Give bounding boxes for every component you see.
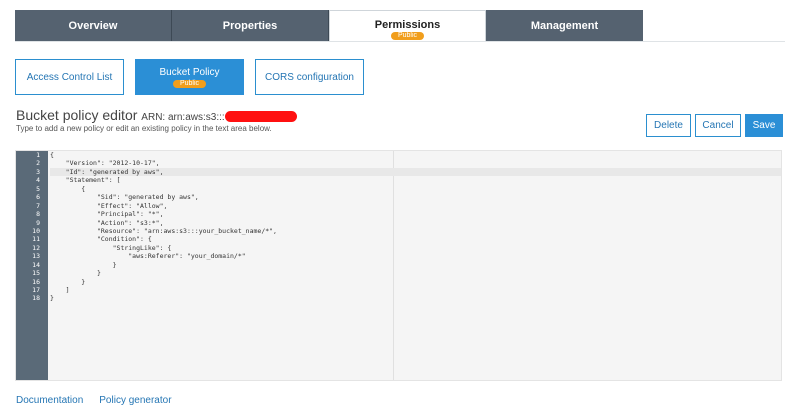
editor-description: Type to add a new policy or edit an exis… (16, 124, 272, 133)
line-number: 18 (32, 294, 40, 303)
line-number: 5 (36, 184, 40, 193)
code-line: { (50, 184, 86, 193)
line-number: 10 (32, 226, 40, 235)
line-number: 13 (32, 252, 40, 261)
line-number: 16 (32, 277, 40, 286)
line-number: 12 (32, 243, 40, 252)
delete-button[interactable]: Delete (646, 114, 691, 137)
tab-properties-label: Properties (222, 19, 278, 32)
tab-overview[interactable]: Overview (15, 10, 172, 41)
code-line: "aws:Referer": "your_domain/*" (50, 252, 246, 261)
tab-management[interactable]: Management (486, 10, 643, 41)
redaction-mark (224, 110, 297, 122)
policy-code[interactable]: { "Version": "2012-10-17", "Id": "genera… (50, 151, 781, 303)
footer-links: Documentation Policy generator (16, 395, 172, 406)
code-line: { (50, 151, 54, 159)
tab-overview-label: Overview (68, 19, 118, 32)
cors-configuration-label: CORS configuration (265, 71, 354, 83)
line-number: 17 (32, 286, 40, 294)
line-number: 11 (32, 235, 40, 244)
code-line: "Version": "2012-10-17", (50, 159, 160, 168)
code-line: ] (50, 286, 70, 294)
line-number: 15 (32, 269, 40, 278)
line-number: 1 (36, 151, 40, 159)
code-line: "Effect": "Allow", (50, 201, 168, 210)
code-line: "Principal": "*", (50, 210, 164, 219)
code-line: } (50, 269, 101, 278)
tab-properties[interactable]: Properties (172, 10, 329, 41)
line-number: 2 (36, 159, 40, 168)
line-number: 4 (36, 176, 40, 185)
line-number: 7 (36, 201, 40, 210)
policy-generator-link[interactable]: Policy generator (99, 395, 171, 406)
tab-permissions-label: Permissions (374, 18, 441, 31)
line-number-gutter: 1 2 3 4 5 6 7 8 9 10 11 12 13 14 15 16 17 18 (16, 151, 48, 380)
public-badge: Public (172, 79, 207, 88)
line-number: 6 (36, 193, 40, 202)
bucket-policy-label: Bucket Policy (159, 66, 220, 78)
code-line: } (50, 260, 117, 269)
line-number: 9 (36, 218, 40, 227)
bucket-arn: ARN: arn:aws:s3::: (141, 112, 225, 123)
code-line: } (50, 294, 54, 303)
tab-permissions[interactable]: Permissions Public (329, 10, 486, 42)
code-line: "Condition": { (50, 235, 152, 244)
access-control-list-label: Access Control List (26, 71, 113, 83)
policy-editor[interactable]: 1 2 3 4 5 6 7 8 9 10 11 12 13 14 15 16 17 18 { "Version":… (15, 150, 782, 381)
code-line: "StringLike": { (50, 243, 172, 252)
main-tabs: Overview Properties Permissions Public M… (15, 10, 643, 42)
cors-configuration-button[interactable]: CORS configuration (255, 59, 364, 95)
tabs-divider (15, 41, 785, 42)
code-line: } (50, 277, 86, 286)
tab-management-label: Management (530, 19, 599, 32)
save-button[interactable]: Save (745, 114, 783, 137)
permission-subtabs: Access Control List Bucket Policy Public… (15, 59, 364, 95)
code-line: "Sid": "generated by aws", (50, 193, 199, 202)
page-title: Bucket policy editor (16, 107, 138, 123)
code-line: "Resource": "arn:aws:s3:::your_bucket_na… (50, 226, 277, 235)
code-line: "Id": "generated by aws", (50, 167, 781, 177)
line-number: 14 (32, 260, 40, 269)
code-line: "Action": "s3:*", (50, 218, 164, 227)
editor-heading: Bucket policy editor ARN: arn:aws:s3::: (16, 107, 297, 123)
access-control-list-button[interactable]: Access Control List (15, 59, 124, 95)
code-line: "Statement": [ (50, 176, 121, 185)
public-badge: Public (390, 31, 425, 40)
editor-actions: Delete Cancel Save (646, 114, 783, 137)
cancel-button[interactable]: Cancel (695, 114, 741, 137)
line-number: 8 (36, 210, 40, 219)
line-number: 3 (36, 167, 40, 176)
documentation-link[interactable]: Documentation (16, 395, 83, 406)
bucket-policy-button[interactable]: Bucket Policy Public (135, 59, 244, 95)
